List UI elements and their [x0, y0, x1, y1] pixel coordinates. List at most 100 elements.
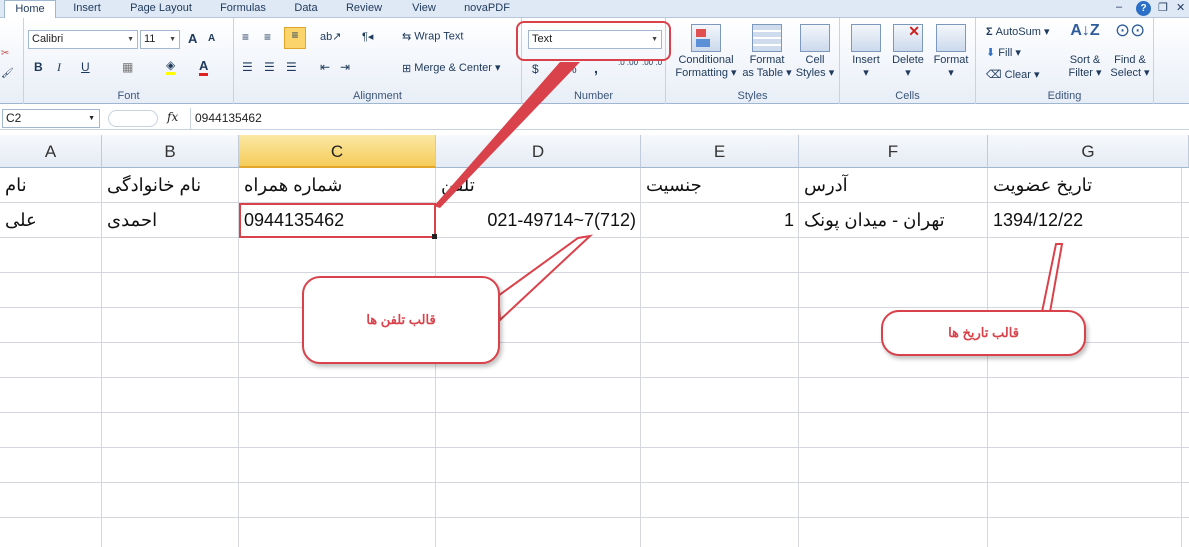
- conditional-formatting-icon: [691, 24, 721, 52]
- cell-g2[interactable]: 1394/12/22: [988, 203, 1182, 237]
- bold-button[interactable]: B: [34, 60, 43, 74]
- column-header-e[interactable]: E: [641, 135, 799, 168]
- column-header-d[interactable]: D: [436, 135, 641, 168]
- alignment-group: ≡ ≡ ≡ ab↗ ¶◂ ⇆ Wrap Text ☰ ☰ ☰ ⇤ ⇥ ⊞ Mer…: [234, 18, 522, 104]
- cell-b2[interactable]: احمدی: [102, 203, 239, 237]
- clear-label: Clear: [1004, 69, 1031, 81]
- insert-cells-icon: [851, 24, 881, 52]
- tab-formulas[interactable]: Formulas: [210, 0, 276, 18]
- eraser-icon: ⌫: [986, 69, 1002, 81]
- align-center-icon[interactable]: ☰: [264, 60, 275, 74]
- paste-icon[interactable]: ✂: [1, 48, 9, 59]
- number-group-label: Number: [573, 90, 614, 102]
- chevron-down-icon: ▼: [127, 36, 134, 43]
- cell-a1[interactable]: نام: [0, 168, 102, 202]
- underline-button[interactable]: U: [81, 60, 90, 74]
- active-cell-selection: [239, 203, 436, 238]
- sort-filter-button[interactable]: A↓Z Sort & Filter ▾: [1064, 23, 1106, 80]
- formula-bar: C2 ▼ fx 0944135462: [0, 108, 1189, 130]
- sort-filter-label-1: Sort &: [1069, 54, 1101, 66]
- cell-e2[interactable]: 1: [641, 203, 799, 237]
- tab-view[interactable]: View: [400, 0, 448, 18]
- align-bottom-icon[interactable]: ≡: [284, 27, 306, 49]
- cell-c1[interactable]: شماره همراه: [239, 168, 436, 202]
- tab-novapdf[interactable]: novaPDF: [456, 0, 518, 18]
- restore-window-icon[interactable]: ❐: [1158, 1, 1168, 14]
- column-header-a[interactable]: A: [0, 135, 102, 168]
- insert-cells-label: Insert: [852, 54, 880, 66]
- comma-button[interactable]: ,: [594, 60, 598, 76]
- italic-button[interactable]: I: [57, 60, 61, 75]
- fill-color-icon[interactable]: ◈: [166, 58, 176, 75]
- date-format-callout: قالب تاریخ ها: [881, 310, 1086, 356]
- cell-styles-button[interactable]: Cell Styles ▾: [792, 24, 838, 80]
- tab-insert[interactable]: Insert: [62, 0, 112, 18]
- font-name-select[interactable]: Calibri ▼: [28, 30, 138, 49]
- conditional-formatting-label-2: Formatting ▾: [675, 67, 737, 79]
- name-box[interactable]: C2 ▼: [2, 109, 100, 128]
- format-as-table-button[interactable]: Format as Table ▾: [742, 24, 792, 80]
- cell-d2[interactable]: 021-49714~7(712): [436, 203, 641, 237]
- cell-f1[interactable]: آدرس: [799, 168, 988, 202]
- currency-button[interactable]: $: [532, 62, 539, 76]
- font-size-select[interactable]: 11 ▼: [140, 30, 180, 49]
- formula-bar-resize-handle[interactable]: [108, 110, 158, 127]
- cell-styles-label-1: Cell: [805, 54, 825, 66]
- align-top-icon[interactable]: ≡: [242, 30, 249, 44]
- borders-icon[interactable]: ▦: [122, 60, 133, 74]
- binoculars-icon: ⊙⊙: [1115, 20, 1146, 40]
- tab-page-layout[interactable]: Page Layout: [120, 0, 202, 18]
- close-window-icon[interactable]: ✕: [1176, 1, 1185, 14]
- cell-d1[interactable]: تلفن: [436, 168, 641, 202]
- decrease-indent-icon[interactable]: ⇤: [320, 60, 330, 74]
- sort-filter-label-2: Filter ▾: [1068, 67, 1102, 79]
- autosum-button[interactable]: Σ AutoSum ▾: [986, 25, 1050, 38]
- cell-f2[interactable]: تهران - میدان پونک: [799, 203, 988, 237]
- text-direction-icon[interactable]: ¶◂: [362, 30, 373, 43]
- delete-cells-button[interactable]: ✕ Delete ▾: [888, 24, 928, 80]
- cell-e1[interactable]: جنسیت: [641, 168, 799, 202]
- fill-label: Fill: [998, 47, 1013, 59]
- tab-review[interactable]: Review: [336, 0, 392, 18]
- help-icon[interactable]: ?: [1136, 1, 1151, 16]
- cell-g1[interactable]: تاریخ عضویت: [988, 168, 1182, 202]
- align-right-icon[interactable]: ☰: [286, 60, 297, 74]
- align-middle-icon[interactable]: ≡: [264, 30, 271, 44]
- column-header-g[interactable]: G: [988, 135, 1189, 168]
- align-left-icon[interactable]: ☰: [242, 60, 253, 74]
- percent-button[interactable]: %: [566, 62, 577, 76]
- grow-font-button[interactable]: A: [188, 31, 197, 46]
- fill-down-icon: ⬇: [986, 47, 996, 59]
- insert-function-button[interactable]: fx: [167, 110, 178, 124]
- editing-group: Σ AutoSum ▾ ⬇ Fill ▾ ⌫ Clear ▾ A↓Z Sort …: [976, 18, 1154, 104]
- cell-a2[interactable]: علی: [0, 203, 102, 237]
- format-painter-icon[interactable]: 🖌: [1, 68, 14, 79]
- increase-indent-icon[interactable]: ⇥: [340, 60, 350, 74]
- format-cells-label: Format: [933, 54, 969, 66]
- styles-group-label: Styles: [737, 90, 768, 102]
- column-header-f[interactable]: F: [799, 135, 988, 168]
- cell-b1[interactable]: نام خانوادگی: [102, 168, 239, 202]
- font-color-icon[interactable]: A: [199, 58, 209, 76]
- tab-data[interactable]: Data: [284, 0, 328, 18]
- clear-button[interactable]: ⌫ Clear ▾: [986, 68, 1040, 81]
- wrap-text-button[interactable]: ⇆ Wrap Text: [402, 30, 463, 43]
- fill-handle[interactable]: [432, 234, 437, 239]
- format-cells-button[interactable]: Format ▾: [930, 24, 972, 80]
- insert-cells-button[interactable]: Insert ▾: [846, 24, 886, 80]
- orientation-icon[interactable]: ab↗: [320, 30, 341, 43]
- conditional-formatting-button[interactable]: Conditional Formatting ▾: [672, 24, 740, 80]
- fill-button[interactable]: ⬇ Fill ▾: [986, 46, 1021, 59]
- cells-group-label: Cells: [895, 90, 920, 102]
- chevron-down-icon: ▾: [948, 67, 954, 79]
- shrink-font-button[interactable]: A: [208, 33, 215, 44]
- ribbon-minimize-icon[interactable]: –: [1116, 1, 1122, 13]
- column-header-b[interactable]: B: [102, 135, 239, 168]
- find-select-button[interactable]: ⊙⊙ Find & Select ▾: [1108, 20, 1152, 80]
- column-header-c[interactable]: C: [239, 135, 436, 168]
- format-as-table-label-2: as Table ▾: [742, 67, 792, 79]
- formula-input[interactable]: 0944135462: [190, 108, 1189, 129]
- font-name-value: Calibri: [32, 33, 64, 45]
- tab-home[interactable]: Home: [4, 0, 56, 19]
- merge-center-button[interactable]: ⊞ Merge & Center ▾: [402, 61, 501, 75]
